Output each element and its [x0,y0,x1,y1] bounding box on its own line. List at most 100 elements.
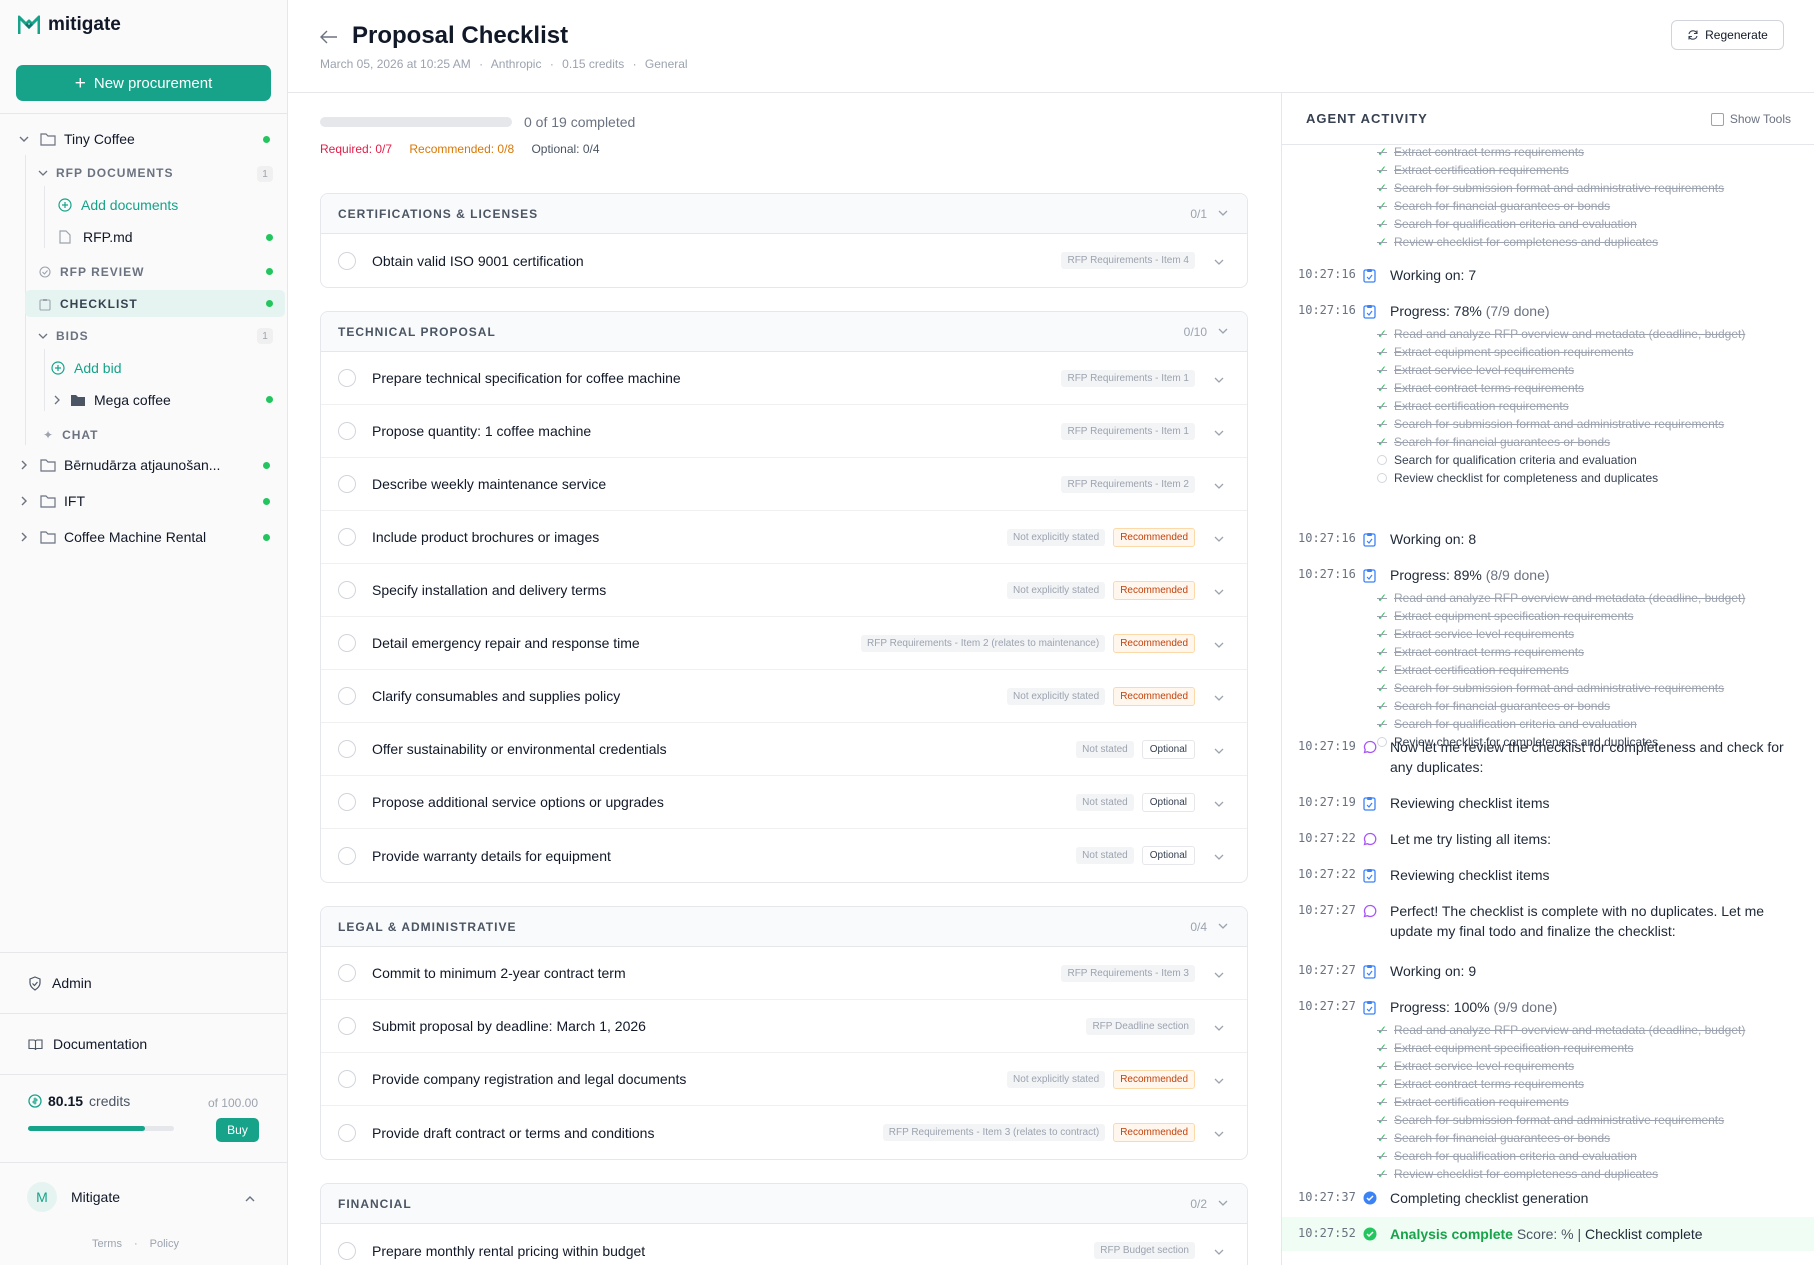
chevron-down-icon[interactable] [1213,585,1225,603]
item-checkbox[interactable] [338,1070,356,1088]
new-procurement-button[interactable]: + New procurement [16,65,271,101]
checklist-item[interactable]: Provide company registration and legal d… [321,1053,1247,1106]
checklist-item[interactable]: Propose additional service options or up… [321,776,1247,829]
show-tools-toggle[interactable]: Show Tools [1710,112,1791,126]
todo-text: Search for financial guarantees or bonds [1394,1131,1611,1145]
item-checkbox[interactable] [338,793,356,811]
chevron-down-icon[interactable] [1213,1245,1225,1263]
check-icon: ✓ [1377,435,1388,449]
item-checkbox[interactable] [338,846,356,865]
item-checkbox[interactable] [338,964,356,982]
chevron-down-icon[interactable] [1213,850,1225,868]
checklist-item[interactable]: Obtain valid ISO 9001 certification RFP R… [321,234,1247,287]
regenerate-button[interactable]: Regenerate [1671,20,1784,50]
buy-button[interactable]: Buy [216,1118,259,1142]
terms-link[interactable]: Terms [92,1238,122,1250]
bids-section[interactable]: BIDS [38,329,89,343]
checklist-item[interactable]: Detail emergency repair and response tim… [321,617,1247,670]
section-header[interactable]: TECHNICAL PROPOSAL 0/10 [321,312,1247,352]
todo-item: ✓ Review checklist for completeness and d… [1377,233,1658,251]
item-checkbox[interactable] [338,369,356,387]
checklist-item[interactable]: Prepare technical specification for coff… [321,352,1247,405]
chevron-down-icon[interactable] [1213,638,1225,656]
policy-link[interactable]: Policy [150,1238,179,1250]
chevron-up-icon[interactable] [244,1193,256,1205]
checklist-item[interactable]: Propose quantity: 1 coffee machine RFP Re… [321,405,1247,458]
check-icon: ✓ [1377,417,1388,431]
checklist-item[interactable]: Submit proposal by deadline: March 1, 20… [321,1000,1247,1053]
chevron-down-icon[interactable] [1217,207,1229,222]
chat-link[interactable]: ✦ CHAT [43,428,99,442]
add-bid-button[interactable]: Add bid [51,360,121,376]
project-item[interactable]: IFT [18,493,85,509]
chevron-down-icon[interactable] [1213,373,1225,391]
chevron-down-icon[interactable] [1213,744,1225,762]
chevron-down-icon[interactable] [1213,1021,1225,1039]
todo-text: Read and analyze RFP overview and metada… [1394,591,1746,605]
divider [0,952,288,953]
checklist-item[interactable]: Specify installation and delivery terms N… [321,564,1247,617]
chevron-down-icon[interactable] [1213,1074,1225,1092]
bids-label: BIDS [56,329,89,343]
file-rfp-md[interactable]: RFP.md [59,229,133,245]
logo[interactable]: mitigate [18,12,121,38]
item-checkbox[interactable] [338,528,356,546]
review-circle-icon [39,266,51,278]
chevron-down-icon[interactable] [1217,1197,1229,1212]
item-checkbox[interactable] [338,740,356,758]
documentation-link[interactable]: Documentation [28,1036,147,1052]
show-tools-checkbox[interactable] [1710,112,1724,126]
chevron-down-icon[interactable] [1213,479,1225,497]
todo-text: Read and analyze RFP overview and metada… [1394,327,1746,341]
rfp-review-link[interactable]: RFP REVIEW [39,265,144,279]
check-icon: ✓ [1377,1023,1388,1037]
item-checkbox[interactable] [338,251,356,270]
item-checkbox[interactable] [338,422,356,440]
project-item[interactable]: Bērnudārza atjaunošan... [18,457,220,473]
project-item[interactable]: Coffee Machine Rental [18,529,206,545]
section-header[interactable]: FINANCIAL 0/2 [321,1184,1247,1224]
user-menu[interactable]: M Mitigate [27,1182,120,1212]
section-header[interactable]: CERTIFICATIONS & LICENSES 0/1 [321,194,1247,234]
todo-text: Extract certification requirements [1394,163,1569,177]
bid-mega-coffee[interactable]: Mega coffee [52,392,171,408]
chevron-down-icon[interactable] [1213,255,1225,273]
item-checkbox[interactable] [338,1017,356,1035]
checklist-item[interactable]: Commit to minimum 2-year contract term RF… [321,947,1247,1000]
chevron-down-icon[interactable] [1213,691,1225,709]
item-checkbox[interactable] [338,687,356,705]
checklist-item[interactable]: Provide warranty details for equipment No… [321,829,1247,882]
chevron-down-icon[interactable] [1217,325,1229,340]
todo-item: ✓ Extract equipment specification require… [1377,607,1633,625]
checklist-item[interactable]: Provide draft contract or terms and cond… [321,1106,1247,1159]
checklist-item[interactable]: Describe weekly maintenance service RFP R… [321,458,1247,511]
checklist-item[interactable]: Include product brochures or images Not e… [321,511,1247,564]
event-text: Analysis complete Score: % | Checklist c… [1390,1224,1795,1244]
todo-item: ✓ Search for submission format and admini… [1377,415,1724,433]
checklist-link[interactable]: CHECKLIST [39,297,138,311]
todo-text: Extract service level requirements [1394,1059,1575,1073]
item-checkbox[interactable] [338,475,356,493]
add-documents-button[interactable]: Add documents [58,197,178,213]
project-tiny-coffee[interactable]: Tiny Coffee [18,131,135,147]
chevron-down-icon[interactable] [1213,532,1225,550]
rfp-documents-section[interactable]: RFP DOCUMENTS [38,166,173,180]
chevron-down-icon[interactable] [1213,968,1225,986]
item-text: Submit proposal by deadline: March 1, 20… [372,1018,646,1034]
chevron-down-icon[interactable] [1213,426,1225,444]
item-checkbox[interactable] [338,581,356,599]
section-header[interactable]: LEGAL & ADMINISTRATIVE 0/4 [321,907,1247,947]
chevron-down-icon[interactable] [1213,1127,1225,1145]
item-checkbox[interactable] [338,634,356,652]
item-checkbox[interactable] [338,1241,356,1260]
chevron-down-icon[interactable] [1213,797,1225,815]
item-tags: Not explicitly stated Recommended [1007,686,1195,706]
event-message: Completing checklist generation [1390,1190,1589,1206]
checklist-item[interactable]: Clarify consumables and supplies policy N… [321,670,1247,723]
admin-link[interactable]: Admin [28,975,92,991]
checklist-item[interactable]: Prepare monthly rental pricing within bu… [321,1224,1247,1265]
todo-text: Extract contract terms requirements [1394,1077,1585,1091]
checklist-item[interactable]: Offer sustainability or environmental cr… [321,723,1247,776]
item-checkbox[interactable] [338,1123,356,1142]
chevron-down-icon[interactable] [1217,920,1229,935]
